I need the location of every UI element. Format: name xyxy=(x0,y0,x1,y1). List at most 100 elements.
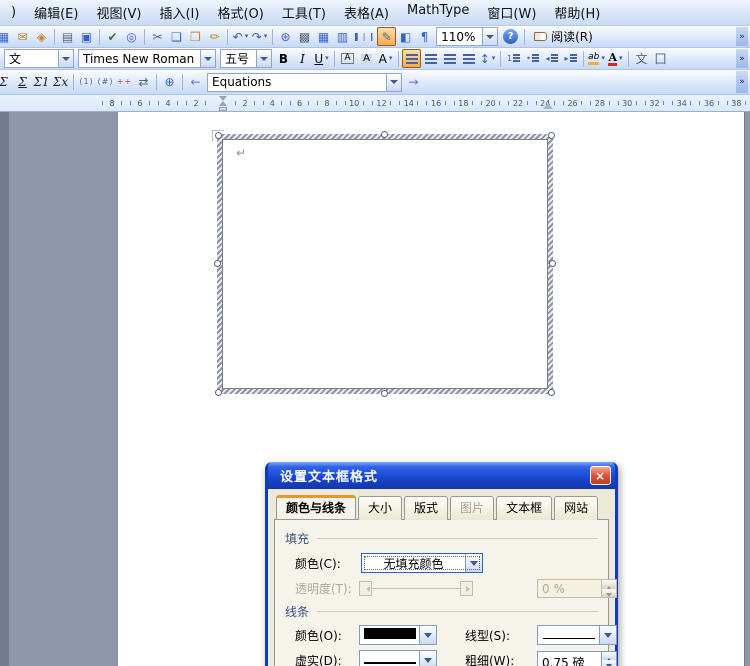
char-border-button[interactable]: A xyxy=(338,49,357,68)
read-layout-button[interactable]: 阅读(R) xyxy=(528,27,599,46)
columns-icon[interactable]: ▥ xyxy=(333,27,352,46)
align-center-button[interactable] xyxy=(421,49,440,68)
menu-item-table[interactable]: 表格(A) xyxy=(335,0,398,25)
distributed-button[interactable] xyxy=(459,49,478,68)
tab-layout[interactable]: 版式 xyxy=(404,496,449,520)
help-icon[interactable]: ? xyxy=(503,29,519,44)
tab-textbox[interactable]: 文本框 xyxy=(496,496,553,520)
numbering-button[interactable]: 1 xyxy=(504,49,523,68)
zoom-combobox[interactable]: 110% xyxy=(436,27,499,46)
char-shading-button[interactable]: A xyxy=(357,49,376,68)
menu-item-tools[interactable]: 工具(T) xyxy=(273,0,335,25)
undo-icon[interactable]: ↶ xyxy=(231,27,250,46)
tab-size[interactable]: 大小 xyxy=(358,496,403,520)
document-map-icon[interactable]: ◧ xyxy=(396,27,415,46)
inline-equation-icon[interactable]: Σ xyxy=(0,73,13,92)
drawing-icon[interactable]: ✎ xyxy=(377,27,397,46)
chevron-down-icon[interactable] xyxy=(419,651,436,666)
toolbar-options-button[interactable]: » xyxy=(736,27,748,46)
chevron-down-icon[interactable] xyxy=(599,626,616,644)
redo-icon[interactable]: ↷ xyxy=(250,27,269,46)
spin-down-icon[interactable] xyxy=(602,660,616,666)
chevron-down-icon[interactable] xyxy=(419,626,436,644)
permission-icon[interactable]: ◈ xyxy=(32,27,51,46)
email-icon[interactable]: ✉ xyxy=(13,27,32,46)
toolbar-options-button[interactable]: » xyxy=(736,49,748,68)
menu-item-format[interactable]: 格式(O) xyxy=(208,0,272,25)
menu-item-window[interactable]: 窗口(W) xyxy=(478,0,545,25)
decrease-indent-button[interactable]: ◂ xyxy=(542,49,561,68)
dialog-title-bar[interactable]: 设置文本框格式 × xyxy=(268,462,615,489)
align-left-button[interactable] xyxy=(402,49,421,68)
hanging-indent-marker[interactable] xyxy=(219,97,227,106)
copy-icon[interactable]: ❏ xyxy=(167,27,186,46)
save-icon[interactable]: ▦ xyxy=(0,27,13,46)
bold-button[interactable]: B xyxy=(274,49,293,68)
format-equations-icon[interactable]: ++ xyxy=(115,73,134,92)
text-box-canvas[interactable]: ↵ xyxy=(222,139,548,389)
chevron-down-icon[interactable] xyxy=(386,73,401,91)
enclose-char-button[interactable]: 囗 xyxy=(651,49,670,68)
hyperlink-icon[interactable]: ⊛ xyxy=(276,27,295,46)
print-preview-icon[interactable]: ▣ xyxy=(77,27,96,46)
chevron-down-icon[interactable] xyxy=(465,554,482,572)
insert-table-icon[interactable]: ▦ xyxy=(314,27,333,46)
format-painter-icon[interactable]: ✏ xyxy=(205,27,224,46)
right-indent-marker[interactable] xyxy=(543,98,553,109)
insert-equation-number-icon[interactable]: (1) xyxy=(77,73,96,92)
research-icon[interactable]: ◎ xyxy=(122,27,141,46)
resize-handle-middle-left[interactable] xyxy=(214,260,221,267)
font-combobox[interactable]: Times New Roman xyxy=(78,49,216,68)
display-equation-icon[interactable]: Σ xyxy=(13,73,32,92)
show-hide-icon[interactable]: ¶ xyxy=(415,27,434,46)
next-equation-icon[interactable]: → xyxy=(404,73,423,92)
chart-icon[interactable]: ❚❘❙ xyxy=(352,27,377,46)
cut-icon[interactable]: ✂ xyxy=(148,27,167,46)
left-indent-marker[interactable] xyxy=(219,106,227,111)
resize-handle-top-left[interactable] xyxy=(215,132,222,139)
chevron-down-icon[interactable] xyxy=(58,50,73,67)
font-color-button[interactable]: A xyxy=(606,49,625,68)
text-box[interactable]: ↵ xyxy=(214,131,556,397)
line-weight-spinner[interactable]: 0.75 磅 xyxy=(537,650,617,666)
equations-combobox[interactable]: Equations xyxy=(207,72,402,92)
resize-handle-bottom-left[interactable] xyxy=(215,389,222,396)
phonetic-guide-button[interactable]: 文 xyxy=(632,49,651,68)
spelling-icon[interactable]: ✔ xyxy=(103,27,122,46)
insert-equation-ref-icon[interactable]: (#) xyxy=(96,73,115,92)
line-spacing-button[interactable]: ↕ xyxy=(478,49,497,68)
menu-item-mathtype[interactable]: MathType xyxy=(398,0,478,25)
strike-equation-icon[interactable]: Σx xyxy=(51,73,70,92)
prev-equation-icon[interactable]: ← xyxy=(186,73,205,92)
fill-color-combobox[interactable]: 无填充颜色 xyxy=(361,553,483,573)
increase-indent-button[interactable]: ▸ xyxy=(561,49,580,68)
chevron-down-icon[interactable] xyxy=(482,28,498,45)
chevron-down-icon[interactable] xyxy=(256,50,271,67)
resize-handle-bottom-center[interactable] xyxy=(381,390,388,397)
chevron-down-icon[interactable] xyxy=(200,50,215,67)
toolbar-options-button[interactable]: » xyxy=(736,71,748,93)
highlight-button[interactable]: ab xyxy=(587,49,606,68)
menu-item-help[interactable]: 帮助(H) xyxy=(545,0,609,25)
bullets-button[interactable]: • xyxy=(523,49,542,68)
tables-borders-icon[interactable]: ▩ xyxy=(295,27,314,46)
line-dashed-combobox[interactable] xyxy=(359,650,437,666)
char-scale-button[interactable]: A xyxy=(376,49,395,68)
mathpage-export-icon[interactable]: ⊕ xyxy=(160,73,179,92)
resize-handle-middle-right[interactable] xyxy=(549,260,556,267)
line-color-combobox[interactable] xyxy=(359,625,437,645)
close-icon[interactable]: × xyxy=(590,466,611,485)
paste-icon[interactable]: ❒ xyxy=(186,27,205,46)
tab-colors-lines[interactable]: 颜色与线条 xyxy=(276,495,357,519)
print-icon[interactable]: ▤ xyxy=(58,27,77,46)
resize-handle-bottom-right[interactable] xyxy=(548,389,555,396)
menu-item-insert[interactable]: 插入(I) xyxy=(150,0,208,25)
update-equation-numbers-icon[interactable]: ⇄ xyxy=(134,73,153,92)
font-size-combobox[interactable]: 五号 xyxy=(220,49,272,68)
tab-website[interactable]: 网站 xyxy=(554,496,599,520)
underline-button[interactable]: U xyxy=(312,49,331,68)
align-right-button[interactable] xyxy=(440,49,459,68)
horizontal-ruler[interactable]: 8642 2 4 6 8 10 12 14 16 18 20 22 24 26 28 30 32 34 36 38 xyxy=(0,95,750,112)
menu-item-view[interactable]: 视图(V) xyxy=(87,0,150,25)
resize-handle-top-right[interactable] xyxy=(548,132,555,139)
